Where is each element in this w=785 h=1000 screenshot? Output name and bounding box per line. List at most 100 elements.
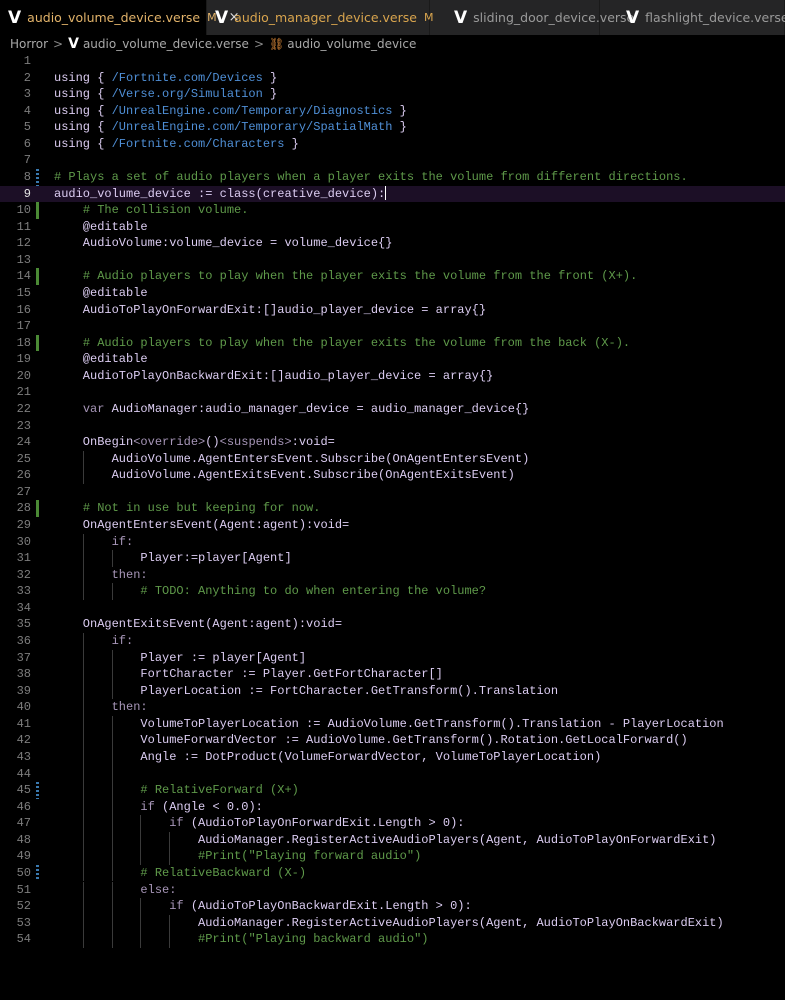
code-line[interactable]: 23 [0,418,785,435]
code-line[interactable]: 53 AudioManager.RegisterActiveAudioPlaye… [0,914,785,932]
code-line[interactable]: 5 using { /UnrealEngine.com/Temporary/Spa… [0,119,785,136]
code-line[interactable]: 28 # Not in use but keeping for now. [0,500,785,517]
code-line[interactable]: 33 # TODO: Anything to do when entering … [0,583,785,600]
code-text: @editable [54,285,148,300]
code-line[interactable]: 9 audio_volume_device := class(creative_d… [0,185,785,203]
code-line[interactable]: 36 if: [0,632,785,650]
code-line[interactable]: 8 # Plays a set of audio players when a p… [0,168,785,186]
code-line[interactable]: 40 then: [0,699,785,716]
code-line[interactable]: 46 if (Angle < 0.0): [0,798,785,816]
code-line[interactable]: 35 OnAgentExitsEvent(Agent:agent):void= [0,616,785,633]
indent-guide [111,864,113,882]
breadcrumb: Horror > V audio_volume_device.verse > ⛓… [0,35,785,53]
tab-audio-volume-device[interactable]: V audio_volume_device.verse M × [0,0,240,35]
code-line[interactable]: 49 #Print("Playing forward audio") [0,848,785,865]
code-text: var AudioManager:audio_manager_device = … [82,401,530,416]
verse-file-icon: V [8,7,22,28]
code-line[interactable]: 24 OnBegin<override>()<suspends>:void= [0,434,785,451]
line-number: 1 [23,54,31,68]
line-number: 29 [16,517,31,532]
line-number: 24 [16,435,31,450]
class-symbol-icon: ⛓ [269,37,285,51]
line-number: 10 [16,203,31,218]
code-line[interactable]: 6 using { /Fortnite.com/Characters } [0,136,785,153]
code-line[interactable]: 37 Player := player[Agent] [0,649,785,667]
code-line[interactable]: 16 AudioToPlayOnForwardExit:[]audio_play… [0,302,785,319]
code-line[interactable]: 18 # Audio players to play when the play… [0,334,785,352]
chevron-right-icon: > [253,37,265,51]
indent-guide [111,748,113,766]
code-line[interactable]: 3 using { /Verse.org/Simulation } [0,86,785,103]
added-line-marker[interactable] [36,334,39,352]
added-line-marker[interactable] [36,268,39,285]
code-text: using { /UnrealEngine.com/Temporary/Diag… [54,103,407,118]
tab-bar: V audio_volume_device.verse M × V audio_… [0,0,785,35]
code-line[interactable]: 12 AudioVolume:volume_device = volume_de… [0,235,785,252]
code-line[interactable]: 38 FortCharacter := Player.GetFortCharac… [0,666,785,683]
modified-line-marker[interactable] [36,168,39,186]
code-line[interactable]: 32 then: [0,566,785,584]
line-number: 36 [16,633,31,648]
line-number: 48 [16,832,31,847]
code-line[interactable]: 21 [0,384,785,401]
indent-guide [111,732,113,749]
code-line[interactable]: 11 @editable [0,219,785,236]
line-number: 19 [16,352,31,367]
line-number: 13 [16,252,31,267]
code-line[interactable]: 34 [0,600,785,617]
tab-sliding-door-device[interactable]: V sliding_door_device.verse [430,0,634,35]
modified-line-marker[interactable] [36,864,39,882]
code-text: @editable [54,219,148,234]
added-line-marker[interactable] [36,500,39,517]
breadcrumb-file[interactable]: audio_volume_device.verse [83,37,249,51]
code-text: # TODO: Anything to do when entering the… [140,584,487,599]
line-number: 9 [23,186,31,201]
code-line[interactable]: 30 if: [0,533,785,551]
modified-line-marker[interactable] [36,782,39,799]
code-line[interactable]: 26 AudioVolume.AgentExitsEvent.Subscribe… [0,467,785,484]
code-line[interactable]: 14 # Audio players to play when the play… [0,268,785,285]
line-number: 49 [16,849,31,864]
code-line[interactable]: 25 AudioVolume.AgentEntersEvent.Subscrib… [0,450,785,468]
code-line[interactable]: 10 # The collision volume. [0,202,785,219]
code-line[interactable]: 50 # RelativeBackward (X-) [0,864,785,882]
code-line[interactable]: 48 AudioManager.RegisterActiveAudioPlaye… [0,831,785,849]
code-line[interactable]: 1 [0,53,785,70]
code-line[interactable]: 54 #Print("Playing backward audio") [0,931,785,948]
code-line[interactable]: 27 [0,484,785,501]
code-line[interactable]: 39 PlayerLocation := FortCharacter.GetTr… [0,682,785,700]
code-line[interactable]: 2 using { /Fortnite.com/Devices } [0,70,785,87]
code-line[interactable]: 47 if (AudioToPlayOnForwardExit.Length >… [0,815,785,832]
breadcrumb-symbol[interactable]: audio_volume_device [287,37,416,51]
code-line[interactable]: 41 VolumeToPlayerLocation := AudioVolume… [0,715,785,733]
breadcrumb-folder[interactable]: Horror [10,37,48,51]
line-number: 23 [16,418,31,433]
code-line[interactable]: 44 [0,765,785,783]
line-number: 40 [16,700,31,715]
code-line[interactable]: 31 Player:=player[Agent] [0,550,785,567]
tab-flashlight-device[interactable]: V flashlight_device.verse [600,0,785,35]
code-line[interactable]: 43 Angle := DotProduct(VolumeForwardVect… [0,748,785,766]
code-line[interactable]: 22 var AudioManager:audio_manager_device… [0,401,785,418]
code-line[interactable]: 19 @editable [0,351,785,368]
tab-audio-manager-device[interactable]: V audio_manager_device.verse M [207,0,433,35]
code-line[interactable]: 51 else: [0,881,785,899]
code-line[interactable]: 42 VolumeForwardVector := AudioVolume.Ge… [0,732,785,749]
code-line[interactable]: 4 using { /UnrealEngine.com/Temporary/Dia… [0,103,785,120]
line-number: 6 [23,136,31,151]
added-line-marker[interactable] [36,202,39,219]
code-text: AudioVolume:volume_device = volume_devic… [54,236,393,251]
code-line[interactable]: 29 OnAgentEntersEvent(Agent:agent):void= [0,517,785,534]
code-line[interactable]: 7 [0,152,785,169]
line-number: 3 [23,87,31,102]
code-line[interactable]: 20 AudioToPlayOnBackwardExit:[]audio_pla… [0,368,785,385]
code-text: # Audio players to play when the player … [82,269,638,284]
code-line[interactable]: 17 [0,318,785,335]
code-editor[interactable]: 1 2 using { /Fortnite.com/Devices } 3 using … [0,53,785,1000]
code-line[interactable]: 15 @editable [0,285,785,302]
code-text: @editable [54,352,148,367]
code-line[interactable]: 13 [0,252,785,269]
indent-guide [111,765,113,783]
code-line[interactable]: 45 # RelativeForward (X+) [0,782,785,799]
code-line[interactable]: 52 if (AudioToPlayOnBackwardExit.Length … [0,898,785,915]
